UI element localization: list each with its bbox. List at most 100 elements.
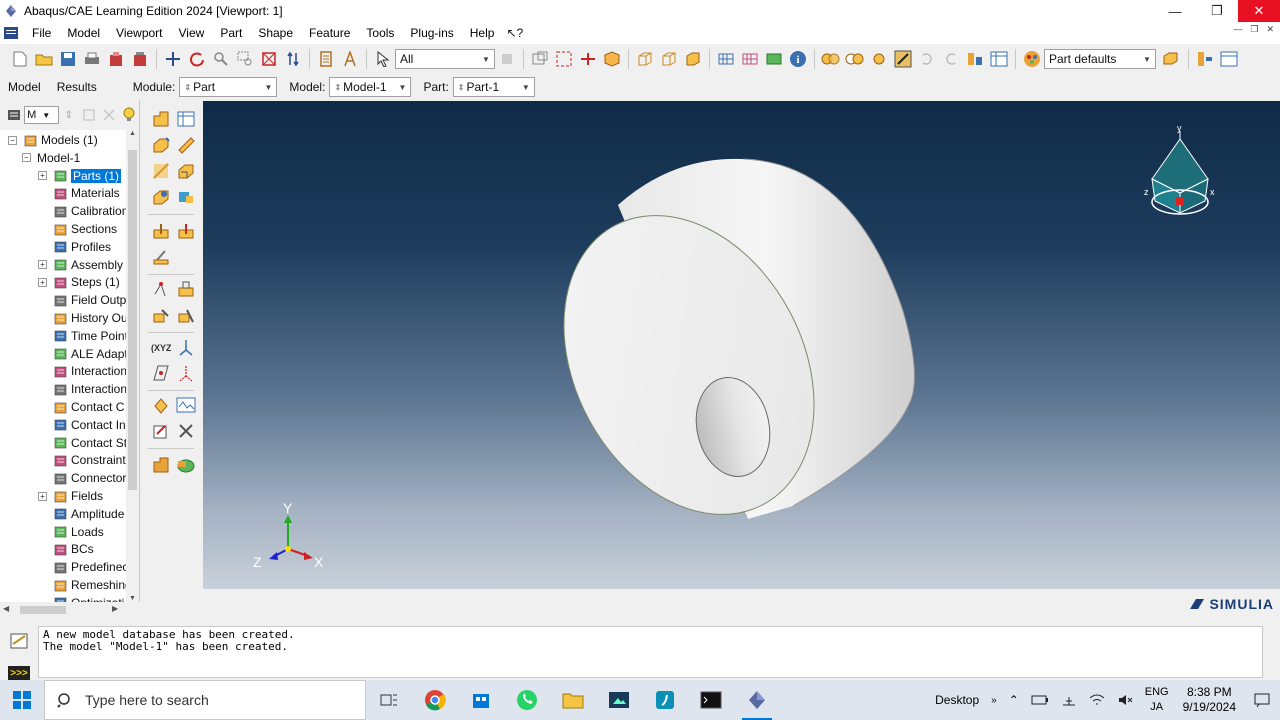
select-visible-icon[interactable]: [602, 49, 622, 69]
selection-method-icon[interactable]: [578, 49, 598, 69]
collapse-icon[interactable]: −: [22, 153, 31, 163]
double-chevron-icon[interactable]: »: [985, 695, 1003, 706]
shortcut-app-icon[interactable]: [642, 680, 688, 720]
system-menu-icon[interactable]: [4, 27, 18, 39]
mdi-restore-icon[interactable]: ❐: [1250, 24, 1258, 35]
create-part-icon[interactable]: [150, 108, 172, 130]
print-icon[interactable]: [82, 49, 102, 69]
model-select[interactable]: ⇕ Model-1 ▼: [329, 77, 412, 97]
menu-viewport[interactable]: Viewport: [108, 26, 170, 40]
tree-vertical-scrollbar[interactable]: ▲ ▼: [126, 130, 139, 602]
info-icon[interactable]: i: [788, 49, 808, 69]
tree-item[interactable]: Materials: [38, 184, 120, 202]
create-shell-icon[interactable]: [175, 134, 197, 156]
tree-item[interactable]: Remeshing: [38, 576, 126, 594]
display-options-icon[interactable]: [893, 49, 913, 69]
create-solid-extrude-icon[interactable]: [150, 134, 172, 156]
tree-item[interactable]: Calibration: [38, 202, 126, 220]
tree-item[interactable]: − Models (1): [8, 131, 98, 149]
mdi-minimize-icon[interactable]: —: [1233, 24, 1242, 35]
mdi-close-icon[interactable]: ✕: [1266, 24, 1274, 35]
tree-filter2-icon[interactable]: [101, 105, 117, 125]
tree-item[interactable]: Profiles: [38, 238, 111, 256]
select-arrow-icon[interactable]: [373, 49, 393, 69]
repair-edges-icon[interactable]: [175, 304, 197, 326]
datum-axis-icon[interactable]: [175, 336, 197, 358]
edit-feature-icon[interactable]: [150, 246, 172, 268]
battery-icon[interactable]: [1025, 695, 1055, 705]
toolbox-toggle-icon[interactable]: [1219, 49, 1239, 69]
new-file-icon[interactable]: [10, 49, 30, 69]
tree-item[interactable]: − Model-1: [22, 149, 80, 167]
cycle-views-icon[interactable]: [283, 49, 303, 69]
tree-item[interactable]: Amplitude: [38, 505, 124, 523]
start-button[interactable]: [0, 680, 44, 720]
file-explorer-icon[interactable]: [550, 680, 596, 720]
rotate-icon[interactable]: [187, 49, 207, 69]
close-button[interactable]: ✕: [1238, 0, 1280, 22]
scroll-up-icon[interactable]: ▲: [126, 130, 139, 137]
create-datum-plane-icon[interactable]: [175, 278, 197, 300]
viewport-canvas[interactable]: Y X Z y x z: [203, 101, 1280, 589]
lightbulb-icon[interactable]: [121, 105, 137, 125]
tree-item[interactable]: Contact St: [38, 434, 126, 452]
view-cube[interactable]: [1151, 131, 1209, 215]
create-cut-icon[interactable]: [175, 160, 197, 182]
tree-filter-select[interactable]: M ▼: [24, 106, 59, 124]
tree-expand-icon[interactable]: [81, 105, 97, 125]
volume-muted-icon[interactable]: [1111, 693, 1139, 707]
create-wire-icon[interactable]: [150, 160, 172, 182]
assembly-instance-icon[interactable]: [150, 454, 172, 476]
selection-options-icon[interactable]: [497, 49, 517, 69]
tree-item[interactable]: ALE Adapt: [38, 345, 126, 363]
tree-item[interactable]: Contact C: [38, 398, 124, 416]
pan-icon[interactable]: [163, 49, 183, 69]
display-group2-icon[interactable]: [845, 49, 865, 69]
taskbar-search-box[interactable]: Type here to search: [44, 680, 366, 720]
message-area-icon[interactable]: [8, 630, 30, 652]
wifi-icon[interactable]: [1083, 693, 1111, 707]
expand-icon[interactable]: +: [38, 277, 47, 287]
datum-csys-icon[interactable]: (XYZ): [150, 336, 172, 358]
tree-item[interactable]: BCs: [38, 540, 94, 558]
open-icon[interactable]: [34, 49, 54, 69]
photo-app-icon[interactable]: [596, 680, 642, 720]
selection-filter-select[interactable]: All ▼: [395, 49, 495, 69]
create-datum-point-icon[interactable]: [150, 278, 172, 300]
tree-item[interactable]: + Steps (1): [38, 273, 120, 291]
desktop-toolbar-label[interactable]: Desktop: [929, 693, 985, 707]
system-clock[interactable]: 8:38 PM 9/19/2024: [1175, 685, 1244, 715]
save-icon[interactable]: [58, 49, 78, 69]
restore-button[interactable]: ❐: [1196, 0, 1238, 22]
module-select[interactable]: ⇕ Part ▼: [179, 77, 278, 97]
menu-model[interactable]: Model: [59, 26, 108, 40]
wireframe-icon[interactable]: [635, 49, 655, 69]
tab-results[interactable]: Results: [49, 74, 105, 100]
tree-item[interactable]: Connector: [38, 469, 126, 487]
tools-icon[interactable]: [175, 420, 197, 442]
tree-up-icon[interactable]: ⇕: [61, 105, 77, 125]
tree-item[interactable]: History Ou: [38, 309, 126, 327]
tree-item[interactable]: Field Outp: [38, 291, 126, 309]
message-log[interactable]: A new model database has been created. T…: [38, 626, 1263, 678]
menu-plugins[interactable]: Plug-ins: [402, 26, 461, 40]
auto-fit-icon[interactable]: [259, 49, 279, 69]
python-prompt-icon[interactable]: >>>: [8, 666, 30, 680]
mesh-view2-icon[interactable]: [740, 49, 760, 69]
whats-this-button[interactable]: ↖?: [506, 26, 523, 40]
attach-cad-icon[interactable]: [150, 420, 172, 442]
menu-file[interactable]: File: [24, 26, 59, 40]
part-select[interactable]: ⇕ Part-1 ▼: [452, 77, 535, 97]
tree-toggle-icon[interactable]: [1195, 49, 1215, 69]
store-icon[interactable]: [458, 680, 504, 720]
mesh-part-icon[interactable]: [175, 454, 197, 476]
query-list-icon[interactable]: [316, 49, 336, 69]
mesh-view-icon[interactable]: [716, 49, 736, 69]
partition-face-icon[interactable]: [150, 220, 172, 242]
input-language-indicator[interactable]: ENG JA: [1139, 685, 1175, 715]
tree-item[interactable]: Optimizati: [38, 594, 124, 602]
mesh-view3-icon[interactable]: [764, 49, 784, 69]
viewport-table-icon[interactable]: [989, 49, 1009, 69]
abaqus-taskbar-icon[interactable]: [734, 680, 780, 720]
notification-icon[interactable]: [1244, 692, 1280, 708]
